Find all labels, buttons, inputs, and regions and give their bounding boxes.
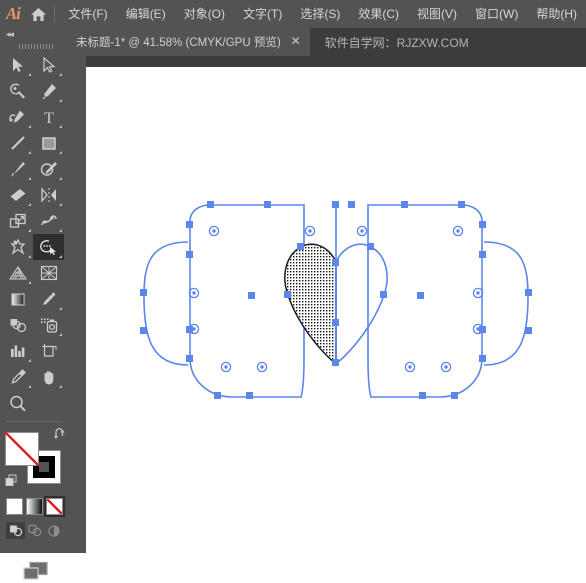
menu-type[interactable]: 文字(T) <box>234 0 291 28</box>
menu-select[interactable]: 选择(S) <box>291 0 349 28</box>
perspective-grid-tool[interactable] <box>2 260 33 286</box>
tool-flyout-indicator <box>28 359 31 362</box>
document-tab-title: 未标题-1* @ 41.58% (CMYK/GPU 预览) <box>76 37 281 49</box>
draw-inside-button[interactable] <box>44 522 63 539</box>
tool-flyout-indicator <box>59 203 62 206</box>
zoom-tool[interactable] <box>2 390 33 416</box>
fill-stroke-controls <box>5 428 67 490</box>
tool-flyout-indicator <box>59 307 62 310</box>
none-slash-icon <box>47 499 62 514</box>
tool-grid: T <box>2 52 64 416</box>
reflect-tool[interactable] <box>33 182 64 208</box>
paintbrush-tool[interactable] <box>2 156 33 182</box>
tab-bar-underline <box>62 56 586 67</box>
magic-wand-tool[interactable] <box>2 78 33 104</box>
illustrator-window: Ai 文件(F) 编辑(E) 对象(O) 文字(T) 选择(S) 效果(C) 视… <box>0 0 586 580</box>
tool-flyout-indicator <box>59 255 62 258</box>
column-graph-tool[interactable] <box>2 338 33 364</box>
eyedropper-tool[interactable] <box>33 286 64 312</box>
draw-behind-button[interactable] <box>25 522 44 539</box>
hand-tool[interactable] <box>33 364 64 390</box>
tool-flyout-indicator <box>28 125 31 128</box>
selection-tool[interactable] <box>2 52 33 78</box>
heart-highlight-region[interactable] <box>284 243 337 366</box>
menu-object[interactable]: 对象(O) <box>175 0 234 28</box>
none-mode-button[interactable] <box>44 496 65 517</box>
tool-flyout-indicator <box>28 177 31 180</box>
none-slash-icon <box>5 432 39 466</box>
tool-flyout-indicator <box>28 385 31 388</box>
document-tab-bar: 未标题-1* @ 41.58% (CMYK/GPU 预览) ✕ 软件自学网：RJ… <box>62 28 586 56</box>
canvas-left-gutter <box>72 56 86 553</box>
shape-builder-tool[interactable] <box>33 234 64 260</box>
right-mug-handle <box>483 241 529 366</box>
menu-file[interactable]: 文件(F) <box>59 0 116 28</box>
menu-view[interactable]: 视图(V) <box>408 0 466 28</box>
app-logo: Ai <box>5 4 21 23</box>
draw-mode-buttons <box>6 522 72 539</box>
menu-window[interactable]: 窗口(W) <box>466 0 527 28</box>
direct-selection-tool[interactable] <box>33 52 64 78</box>
blend-tool[interactable] <box>2 312 33 338</box>
menu-divider <box>53 5 55 23</box>
shaper-tool[interactable] <box>33 156 64 182</box>
close-icon[interactable]: ✕ <box>290 35 302 48</box>
tool-flyout-indicator <box>28 203 31 206</box>
swap-fill-stroke-icon[interactable] <box>53 427 67 445</box>
panel-drag-handle[interactable] <box>0 41 72 52</box>
change-screen-mode-button[interactable] <box>5 561 67 583</box>
artboard-tool[interactable] <box>33 338 64 364</box>
menu-item-list: 文件(F) 编辑(E) 对象(O) 文字(T) 选择(S) 效果(C) 视图(V… <box>59 0 586 28</box>
eraser-tool[interactable] <box>2 182 33 208</box>
heart-right-lobe <box>335 243 388 365</box>
home-icon[interactable] <box>26 0 52 28</box>
pen-tool[interactable] <box>33 78 64 104</box>
svg-text:T: T <box>44 110 54 125</box>
tool-flyout-indicator <box>59 73 62 76</box>
tool-flyout-indicator <box>59 385 62 388</box>
line-segment-tool[interactable] <box>2 130 33 156</box>
collapse-panel-icon[interactable]: ◂◂ <box>0 28 72 41</box>
tool-flyout-indicator <box>28 151 31 154</box>
left-mug-body <box>189 204 305 398</box>
watermark-text: 软件自学网：RJZXW.COM <box>324 35 469 50</box>
color-mode-button[interactable] <box>6 498 23 515</box>
add-anchor-point-tool[interactable] <box>2 104 33 130</box>
tool-flyout-indicator <box>59 151 62 154</box>
tools-panel: ◂◂ T <box>0 28 72 580</box>
artwork-svg <box>140 201 532 399</box>
menu-edit[interactable]: 编辑(E) <box>117 0 175 28</box>
tool-flyout-indicator <box>59 229 62 232</box>
tool-flyout-indicator <box>59 177 62 180</box>
rectangle-tool[interactable] <box>33 130 64 156</box>
gradient-tool[interactable] <box>2 286 33 312</box>
toolbar-divider <box>6 421 62 422</box>
paint-mode-buttons <box>6 496 72 517</box>
menu-help[interactable]: 帮助(H) <box>527 0 586 28</box>
menu-effect[interactable]: 效果(C) <box>349 0 408 28</box>
right-mug-body <box>367 204 483 398</box>
tool-flyout-indicator <box>59 125 62 128</box>
tool-flyout-indicator <box>28 73 31 76</box>
scale-tool[interactable] <box>2 208 33 234</box>
fill-swatch[interactable] <box>5 432 39 466</box>
symbol-sprayer-tool[interactable] <box>33 312 64 338</box>
left-mug-handle <box>143 241 189 366</box>
tool-flyout-indicator <box>28 229 31 232</box>
free-transform-tool[interactable] <box>2 234 33 260</box>
document-tab-active[interactable]: 未标题-1* @ 41.58% (CMYK/GPU 预览) ✕ <box>62 28 310 56</box>
tool-flyout-indicator <box>59 333 62 336</box>
default-fill-stroke-icon[interactable] <box>5 474 18 492</box>
tool-flyout-indicator <box>28 255 31 258</box>
tool-flyout-indicator <box>59 99 62 102</box>
type-tool[interactable]: T <box>33 104 64 130</box>
artboard-canvas[interactable] <box>86 67 586 553</box>
draw-normal-button[interactable] <box>6 522 25 539</box>
menu-bar: Ai 文件(F) 编辑(E) 对象(O) 文字(T) 选择(S) 效果(C) 视… <box>0 0 586 28</box>
gradient-mode-button[interactable] <box>26 498 43 515</box>
tool-flyout-indicator <box>28 281 31 284</box>
mesh-tool[interactable] <box>33 260 64 286</box>
width-tool[interactable] <box>33 208 64 234</box>
slice-tool[interactable] <box>2 364 33 390</box>
